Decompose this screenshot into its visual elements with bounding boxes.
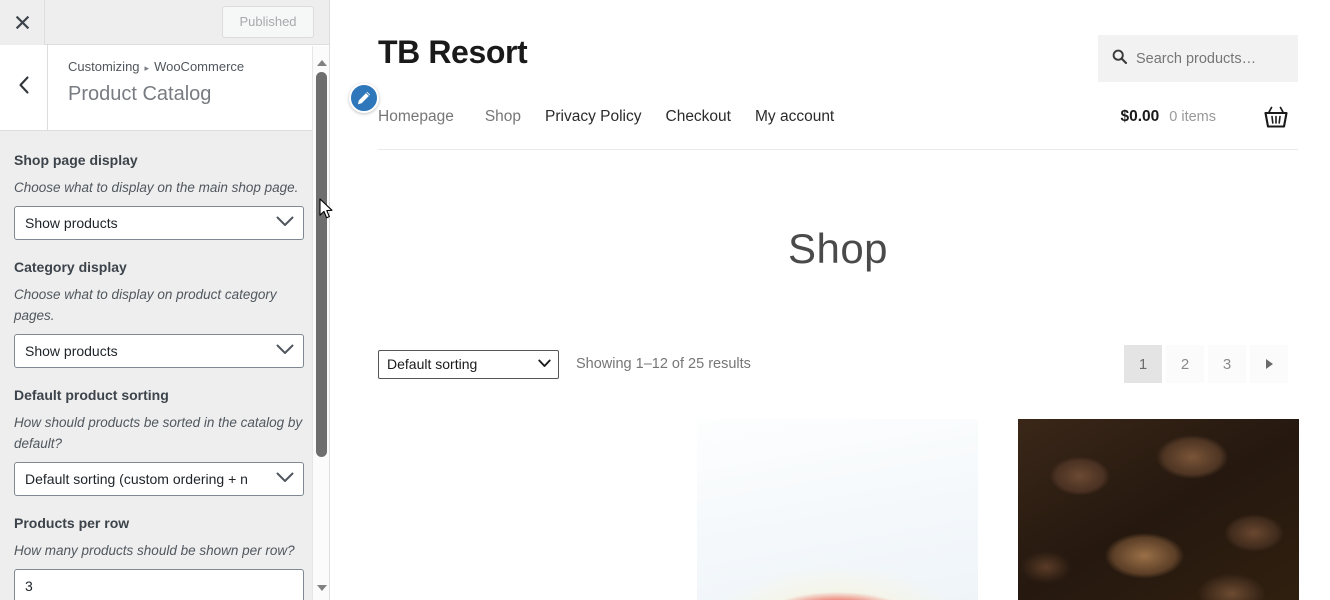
ordering-value: Default sorting — [387, 356, 478, 372]
control-category-display: Category display Choose what to display … — [14, 258, 304, 368]
cart-item-count[interactable]: 0 items — [1169, 109, 1216, 125]
chevron-left-icon — [18, 76, 30, 99]
pagination-page-1[interactable]: 1 — [1124, 345, 1162, 383]
scroll-down-button[interactable] — [313, 579, 330, 596]
catalog-toolbar: Default sorting Showing 1–12 of 25 resul… — [378, 345, 1298, 383]
control-description: How should products be sorted in the cat… — [14, 415, 303, 451]
chevron-down-icon — [276, 342, 294, 360]
topbar-right: Published — [45, 0, 329, 44]
nav-item-checkout[interactable]: Checkout — [666, 106, 755, 128]
back-button[interactable] — [0, 45, 48, 130]
site-title[interactable]: TB Resort — [378, 32, 528, 72]
triangle-up-icon — [316, 59, 327, 66]
search-placeholder: Search products… — [1136, 50, 1257, 67]
pagination-page-3[interactable]: 3 — [1208, 345, 1246, 383]
control-label: Products per row — [14, 515, 130, 531]
select-value: Show products — [25, 215, 118, 231]
customizer-panel: Published Customizing ▸ WooCommerce Produc… — [0, 0, 333, 600]
breadcrumb: Customizing ▸ WooCommerce — [68, 58, 329, 77]
catalog-ordering-select[interactable]: Default sorting — [378, 349, 559, 379]
control-description: Choose what to display on product catego… — [14, 287, 277, 323]
nav-item-homepage[interactable]: Homepage — [378, 106, 485, 128]
breadcrumb-parent[interactable]: WooCommerce — [154, 59, 244, 74]
product-grid — [378, 419, 1299, 600]
result-count: Showing 1–12 of 25 results — [576, 356, 751, 372]
nav-item-shop[interactable]: Shop — [485, 106, 545, 128]
site-header: TB Resort Search products… Homepage Shop… — [330, 0, 1330, 150]
publish-button[interactable]: Published — [222, 6, 314, 38]
control-description: How many products should be shown per ro… — [14, 543, 295, 558]
scroll-up-button[interactable] — [313, 54, 330, 71]
nav-menu: Homepage Shop Privacy Policy Checkout My… — [378, 106, 858, 128]
product-card[interactable] — [697, 419, 978, 600]
breadcrumb-separator-icon: ▸ — [144, 62, 150, 73]
nav-item-privacy-policy[interactable]: Privacy Policy — [545, 106, 665, 128]
default-sorting-select[interactable]: Default sorting (custom ordering + n — [14, 462, 304, 496]
products-per-row-input[interactable] — [14, 569, 304, 600]
control-label: Shop page display — [14, 152, 138, 168]
chevron-down-icon — [276, 470, 294, 488]
shop-page-display-select[interactable]: Show products — [14, 206, 304, 240]
breadcrumb-root: Customizing — [68, 59, 140, 74]
scrollbar-thumb[interactable] — [316, 72, 327, 457]
section-titles: Customizing ▸ WooCommerce Product Catalog — [48, 45, 329, 130]
control-label: Category display — [14, 259, 127, 275]
cart-summary: $0.00 0 items — [1120, 106, 1298, 128]
page-title: Product Catalog — [68, 82, 212, 105]
pagination-page-2[interactable]: 2 — [1166, 345, 1204, 383]
shop-page-heading: Shop — [787, 225, 889, 272]
control-shop-page-display: Shop page display Choose what to display… — [14, 151, 304, 240]
nav-item-my-account[interactable]: My account — [755, 106, 858, 128]
cart-amount[interactable]: $0.00 — [1120, 108, 1159, 126]
search-products-field[interactable]: Search products… — [1098, 35, 1298, 82]
control-default-product-sorting: Default product sorting How should produ… — [14, 386, 304, 496]
pagination-next-button[interactable] — [1250, 345, 1288, 383]
close-icon — [15, 15, 30, 30]
shop-body: Shop Default sorting Showing 1–12 of 25 … — [330, 225, 1330, 600]
search-icon — [1112, 49, 1128, 69]
pagination: 1 2 3 — [1124, 345, 1298, 383]
site-preview: TB Resort Search products… Homepage Shop… — [330, 0, 1330, 600]
shopping-basket-icon[interactable] — [1264, 106, 1288, 128]
main-navigation-row: Homepage Shop Privacy Policy Checkout My… — [349, 83, 1298, 150]
select-value: Default sorting (custom ordering + n — [25, 471, 248, 487]
control-products-per-row: Products per row How many products shoul… — [14, 514, 304, 600]
product-card[interactable] — [1018, 419, 1299, 600]
site-title-row: TB Resort Search products… — [378, 32, 1298, 82]
chevron-down-icon — [538, 355, 551, 373]
chevron-down-icon — [276, 214, 294, 232]
customizer-controls: Shop page display Choose what to display… — [0, 131, 329, 600]
close-customizer-button[interactable] — [0, 0, 45, 45]
product-image[interactable] — [1018, 419, 1299, 600]
select-value: Show products — [25, 343, 118, 359]
triangle-down-icon — [316, 584, 327, 591]
customizer-section-header: Customizing ▸ WooCommerce Product Catalog — [0, 45, 329, 131]
customizer-scrollbar[interactable] — [312, 46, 329, 600]
pencil-edit-icon[interactable] — [349, 83, 379, 113]
product-image[interactable] — [697, 419, 978, 600]
customizer-topbar: Published — [0, 0, 329, 45]
triangle-right-icon — [1265, 359, 1273, 369]
category-display-select[interactable]: Show products — [14, 334, 304, 368]
toolbar-left: Default sorting Showing 1–12 of 25 resul… — [378, 349, 751, 379]
control-label: Default product sorting — [14, 387, 169, 403]
control-description: Choose what to display on the main shop … — [14, 180, 299, 195]
